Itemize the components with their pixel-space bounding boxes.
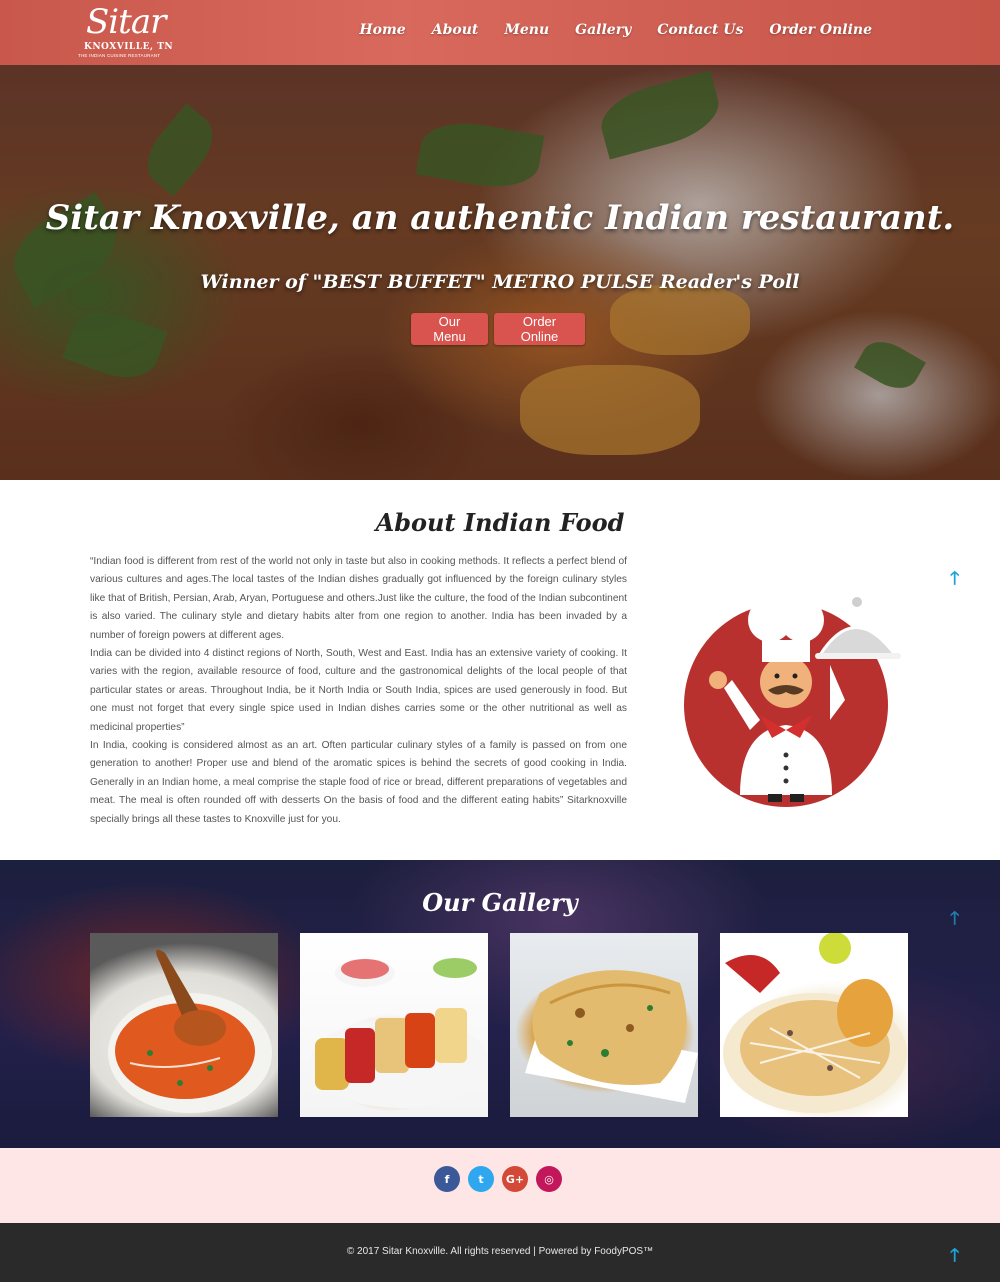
social-icons: f t G+ ◎ bbox=[434, 1166, 562, 1192]
instagram-icon[interactable]: ◎ bbox=[536, 1166, 562, 1192]
main-nav: Home About Menu Gallery Contact Us Order… bbox=[359, 22, 872, 38]
our-menu-button[interactable]: Our Menu bbox=[411, 313, 488, 345]
nav-menu[interactable]: Menu bbox=[504, 22, 549, 38]
chef-shoe bbox=[790, 794, 804, 802]
chef-illustration bbox=[684, 586, 901, 807]
paneer-tikka-art bbox=[310, 958, 488, 1108]
nav-home[interactable]: Home bbox=[359, 22, 405, 38]
chef-button bbox=[783, 765, 789, 771]
gallery-image-paneer-tikka[interactable] bbox=[300, 933, 488, 1117]
site-footer: © 2017 Sitar Knoxville. All rights reser… bbox=[0, 1223, 1000, 1282]
chef-eye bbox=[774, 673, 780, 679]
about-title: About Indian Food bbox=[375, 508, 625, 537]
about-text: “Indian food is different from rest of t… bbox=[90, 553, 627, 829]
butter-chicken-art bbox=[108, 949, 272, 1113]
chef-tray bbox=[815, 653, 901, 659]
social-bar: f t G+ ◎ bbox=[0, 1148, 1000, 1223]
facebook-icon[interactable]: f bbox=[434, 1166, 460, 1192]
logo-tagline: THE INDIAN CUISINE RESTAURANT bbox=[78, 53, 161, 58]
twitter-icon[interactable]: t bbox=[468, 1166, 494, 1192]
scroll-up-icon[interactable]: 🡑 bbox=[950, 906, 959, 936]
scroll-up-icon[interactable]: 🡑 bbox=[950, 1243, 959, 1273]
gallery-image-biryani[interactable] bbox=[720, 933, 908, 1117]
chef-button bbox=[783, 752, 789, 758]
site-logo[interactable]: Sitar KNOXVILLE, TN THE INDIAN CUISINE R… bbox=[78, 0, 173, 62]
order-online-button[interactable]: Order Online bbox=[494, 313, 585, 345]
hero-title: Sitar Knoxville, an authentic Indian res… bbox=[45, 198, 955, 238]
chef-button bbox=[783, 778, 789, 784]
scroll-up-icon[interactable]: 🡑 bbox=[950, 566, 959, 596]
gallery-image-butter-chicken[interactable] bbox=[90, 933, 278, 1117]
hero-banner: Sitar Knoxville, an authentic Indian res… bbox=[0, 65, 1000, 480]
nav-gallery[interactable]: Gallery bbox=[575, 22, 631, 38]
chef-hat-band bbox=[762, 640, 810, 662]
chef-hand bbox=[709, 671, 727, 689]
about-paragraph: “Indian food is different from rest of t… bbox=[90, 556, 627, 641]
gallery-title: Our Gallery bbox=[422, 888, 578, 917]
logo-city: KNOXVILLE, TN bbox=[84, 42, 174, 52]
site-header: Sitar KNOXVILLE, TN THE INDIAN CUISINE R… bbox=[0, 0, 1000, 65]
gallery-section: Our Gallery 🡑 bbox=[0, 860, 1000, 1148]
chef-hat-puff bbox=[764, 586, 808, 630]
hero-subtitle: Winner of "BEST BUFFET" METRO PULSE Read… bbox=[200, 271, 800, 293]
biryani-art bbox=[723, 933, 907, 1113]
gallery-image-naan[interactable] bbox=[510, 933, 698, 1117]
logo-script: Sitar bbox=[86, 2, 166, 42]
chef-cloche-handle bbox=[852, 597, 862, 607]
hero-buttons: Our Menu Order Online bbox=[411, 313, 585, 345]
nav-contact-us[interactable]: Contact Us bbox=[657, 22, 743, 38]
about-paragraph: India can be divided into 4 distinct reg… bbox=[90, 648, 627, 733]
naan-art bbox=[525, 970, 698, 1103]
nav-order-online[interactable]: Order Online bbox=[769, 22, 872, 38]
chef-eye bbox=[792, 673, 798, 679]
about-section: About Indian Food “Indian food is differ… bbox=[0, 480, 1000, 860]
gallery-grid bbox=[90, 933, 908, 1117]
chef-shoe bbox=[768, 794, 782, 802]
copyright-text: © 2017 Sitar Knoxville. All rights reser… bbox=[346, 1246, 654, 1257]
google-plus-icon[interactable]: G+ bbox=[502, 1166, 528, 1192]
about-paragraph: In India, cooking is considered almost a… bbox=[90, 740, 627, 825]
chef-face bbox=[760, 656, 812, 708]
nav-about[interactable]: About bbox=[432, 22, 479, 38]
